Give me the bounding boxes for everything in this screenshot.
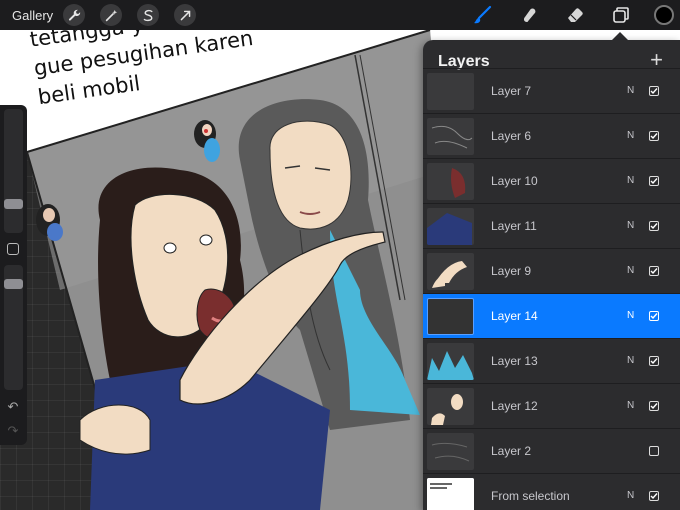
eraser-tool-button[interactable]	[564, 4, 586, 26]
layer-row[interactable]: Layer 10 N	[423, 158, 680, 203]
checkmark-icon	[650, 133, 658, 140]
selection-button[interactable]	[137, 4, 160, 26]
opacity-slider[interactable]	[4, 265, 23, 390]
checkmark-icon	[650, 88, 658, 95]
layers-icon	[613, 7, 629, 23]
layer-thumbnail	[427, 433, 474, 470]
layers-panel: Layers + Layer 7 N Layer 6 N Layer 10 N …	[423, 40, 680, 510]
layer-visibility-checkbox[interactable]	[649, 311, 659, 321]
brush-tool-button[interactable]	[472, 4, 494, 26]
layer-thumbnail	[427, 253, 474, 290]
selection-s-icon	[143, 9, 153, 21]
layer-thumbnail	[427, 163, 474, 200]
layer-name: Layer 11	[491, 219, 537, 233]
opacity-knob[interactable]	[4, 279, 23, 289]
layer-visibility-checkbox[interactable]	[649, 491, 659, 501]
layer-name: Layer 14	[491, 309, 538, 323]
eraser-icon	[568, 8, 583, 22]
layer-thumbnail	[427, 298, 474, 335]
magic-wand-icon	[105, 9, 117, 21]
layer-row[interactable]: Layer 6 N	[423, 113, 680, 158]
layer-visibility-checkbox[interactable]	[649, 356, 659, 366]
brush-size-slider[interactable]	[4, 109, 23, 233]
color-picker-button[interactable]	[654, 5, 674, 25]
layer-thumbnail	[427, 388, 474, 425]
blend-mode-button[interactable]: N	[627, 310, 634, 321]
modify-button[interactable]	[7, 243, 19, 255]
layer-visibility-checkbox[interactable]	[649, 446, 659, 456]
layer-visibility-checkbox[interactable]	[649, 221, 659, 231]
layer-thumbnail	[427, 478, 474, 510]
gallery-button[interactable]: Gallery	[12, 8, 53, 23]
redo-icon[interactable]: ↷	[5, 423, 21, 439]
procreate-app: tetangga y gue pesugihan karen beli mobi…	[0, 0, 680, 510]
layer-row[interactable]: Layer 9 N	[423, 248, 680, 293]
checkmark-icon	[650, 403, 658, 410]
smudge-tool-button[interactable]	[518, 4, 540, 26]
blend-mode-button[interactable]: N	[627, 220, 634, 231]
blend-mode-button[interactable]: N	[627, 130, 634, 141]
undo-icon[interactable]: ↶	[5, 399, 21, 415]
adjustments-button[interactable]	[100, 4, 123, 26]
blend-mode-button[interactable]: N	[627, 85, 634, 96]
wrench-icon	[68, 9, 80, 21]
layers-tool-button[interactable]	[610, 4, 632, 26]
layer-visibility-checkbox[interactable]	[649, 131, 659, 141]
blend-mode-button[interactable]: N	[627, 175, 634, 186]
layer-row[interactable]: Layer 11 N	[423, 203, 680, 248]
brush-size-knob[interactable]	[4, 199, 23, 209]
checkmark-icon	[650, 268, 658, 275]
checkmark-icon	[650, 493, 658, 500]
layer-row[interactable]: From selection N	[423, 473, 680, 510]
blend-mode-button[interactable]: N	[627, 490, 634, 501]
brush-icon	[474, 5, 492, 24]
layer-row[interactable]: Layer 7 N	[423, 68, 680, 113]
transform-button[interactable]	[174, 4, 197, 26]
layer-name: Layer 6	[491, 129, 532, 143]
layer-visibility-checkbox[interactable]	[649, 266, 659, 276]
blend-mode-button[interactable]: N	[627, 355, 634, 366]
layer-visibility-checkbox[interactable]	[649, 401, 659, 411]
layer-name: Layer 12	[491, 399, 538, 413]
left-sidebar: ↶ ↷	[0, 105, 27, 445]
layer-row[interactable]: Layer 12 N	[423, 383, 680, 428]
layer-name: Layer 9	[491, 264, 532, 278]
smudge-icon	[523, 8, 536, 22]
checkmark-icon	[650, 358, 658, 365]
layer-row-selected[interactable]: Layer 14 N	[423, 293, 680, 338]
top-toolbar: Gallery	[0, 0, 680, 30]
layer-thumbnail	[427, 118, 474, 155]
actions-button[interactable]	[63, 4, 86, 26]
layer-visibility-checkbox[interactable]	[649, 176, 659, 186]
layer-thumbnail	[427, 208, 474, 245]
layer-thumbnail	[427, 73, 474, 110]
checkmark-icon	[650, 313, 658, 320]
layer-name: From selection	[491, 489, 570, 503]
layer-row[interactable]: Layer 2 N	[423, 428, 680, 473]
layer-name: Layer 2	[491, 444, 532, 458]
layer-visibility-checkbox[interactable]	[649, 86, 659, 96]
blend-mode-button[interactable]: N	[627, 400, 634, 411]
layer-thumbnail	[427, 343, 474, 380]
right-tool-group	[448, 0, 680, 30]
transform-arrow-icon	[180, 10, 190, 20]
blend-mode-button[interactable]: N	[627, 265, 634, 276]
checkmark-icon	[650, 223, 658, 230]
layer-name: Layer 7	[491, 84, 532, 98]
layer-name: Layer 10	[491, 174, 538, 188]
checkmark-icon	[650, 178, 658, 185]
layer-row[interactable]: Layer 13 N	[423, 338, 680, 383]
layer-name: Layer 13	[491, 354, 538, 368]
